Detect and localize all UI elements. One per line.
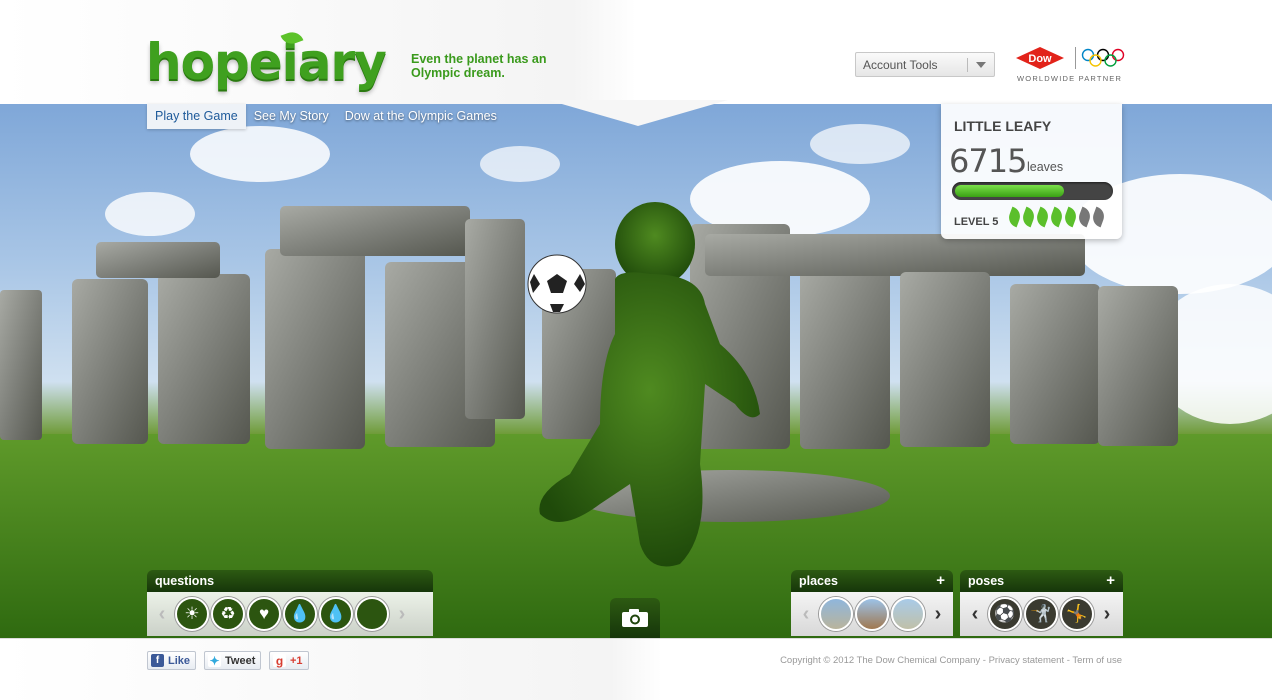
nav-see-my-story[interactable]: See My Story: [246, 104, 337, 129]
level-leaf-icon: [1034, 206, 1051, 228]
recycle-leaf-icon[interactable]: ♻: [211, 597, 245, 631]
add-place-icon[interactable]: +: [936, 572, 945, 589]
places-panel-title: places: [799, 574, 838, 588]
level-leaf-icon: [1090, 206, 1107, 228]
poses-panel-title: poses: [968, 574, 1005, 588]
questions-panel-title: questions: [147, 570, 433, 592]
dow-logo[interactable]: Dow: [1016, 47, 1064, 69]
tweet-label: Tweet: [225, 654, 256, 667]
blank-question-icon[interactable]: [355, 597, 389, 631]
questions-panel: questions ‹ ☀ ♻ ♥ 💧 💧 ›: [147, 570, 433, 636]
like-label: Like: [168, 654, 191, 667]
google-icon: g: [273, 654, 286, 668]
level-leaf-icon: [1062, 206, 1079, 228]
level-leaf-icon: [1076, 206, 1093, 228]
chevron-right-icon[interactable]: ›: [927, 603, 949, 626]
camera-icon: [622, 609, 648, 627]
worldwide-partner-text: WORLDWIDE PARTNER: [1017, 74, 1123, 83]
camera-button[interactable]: [610, 598, 660, 638]
building-place-thumb[interactable]: [891, 597, 925, 631]
chevron-left-icon[interactable]: ‹: [964, 603, 986, 626]
places-panel: places + ‹ ›: [791, 570, 953, 636]
olympic-rings-icon: [1081, 48, 1125, 67]
level-label: LEVEL 5: [954, 216, 999, 228]
logo-text: hopeiary: [146, 33, 387, 91]
tweet-button[interactable]: ✦ Tweet: [204, 651, 262, 670]
header: hopeiary Even the planet has an Olympic …: [0, 0, 1272, 104]
gymnast-pose-thumb[interactable]: 🤸: [1060, 597, 1094, 631]
chevron-left-icon[interactable]: ‹: [151, 603, 173, 626]
pyramids-place-thumb[interactable]: [855, 597, 889, 631]
add-pose-icon[interactable]: +: [1106, 572, 1115, 589]
dow-logo-text: Dow: [1028, 53, 1052, 65]
level-progress-bar: [952, 182, 1113, 200]
facebook-icon: f: [151, 654, 164, 667]
page: hopeiary Even the planet has an Olympic …: [0, 0, 1272, 700]
facebook-like-button[interactable]: f Like: [147, 651, 197, 670]
sun-icon[interactable]: ☀: [175, 597, 209, 631]
level-leaves: [1006, 206, 1107, 228]
poses-panel: poses + ‹ ⚽ 🤺 🤸 ›: [960, 570, 1123, 636]
account-tools-dropdown[interactable]: Account Tools: [855, 52, 995, 77]
heart-icon[interactable]: ♥: [247, 597, 281, 631]
google-plusone-button[interactable]: g +1: [269, 651, 309, 670]
chevron-right-icon[interactable]: ›: [1096, 603, 1118, 626]
player-name: LITTLE LEAFY: [954, 118, 1052, 134]
soccer-pose-thumb[interactable]: ⚽: [988, 597, 1022, 631]
level-leaf-icon: [1020, 206, 1037, 228]
drop-icon[interactable]: 💧: [283, 597, 317, 631]
level-leaf-icon: [1006, 206, 1023, 228]
player-status-card: LITTLE LEAFY 6715 leaves LEVEL 5: [941, 104, 1122, 239]
chevron-right-icon[interactable]: ›: [391, 603, 413, 626]
fencing-pose-thumb[interactable]: 🤺: [1024, 597, 1058, 631]
plusone-label: +1: [290, 654, 303, 667]
hopeiary-logo[interactable]: hopeiary: [146, 28, 387, 91]
drop-icon[interactable]: 💧: [319, 597, 353, 631]
city-place-thumb[interactable]: [819, 597, 853, 631]
main-nav: Play the Game See My Story Dow at the Ol…: [147, 104, 505, 129]
soccer-ball: [527, 254, 587, 314]
tagline: Even the planet has an Olympic dream.: [411, 52, 547, 80]
level-progress-fill: [955, 185, 1064, 197]
leaves-label: leaves: [1027, 160, 1064, 174]
level-leaf-icon: [1048, 206, 1065, 228]
chevron-left-icon[interactable]: ‹: [795, 603, 817, 626]
nav-dow-at-olympics[interactable]: Dow at the Olympic Games: [337, 104, 505, 129]
leaves-count: 6715: [949, 142, 1027, 180]
copyright-text[interactable]: Copyright © 2012 The Dow Chemical Compan…: [780, 655, 1122, 666]
nav-play-the-game[interactable]: Play the Game: [147, 104, 246, 129]
account-tools-label: Account Tools: [863, 58, 938, 72]
chevron-down-icon: [976, 62, 986, 68]
twitter-bird-icon: ✦: [208, 653, 221, 668]
